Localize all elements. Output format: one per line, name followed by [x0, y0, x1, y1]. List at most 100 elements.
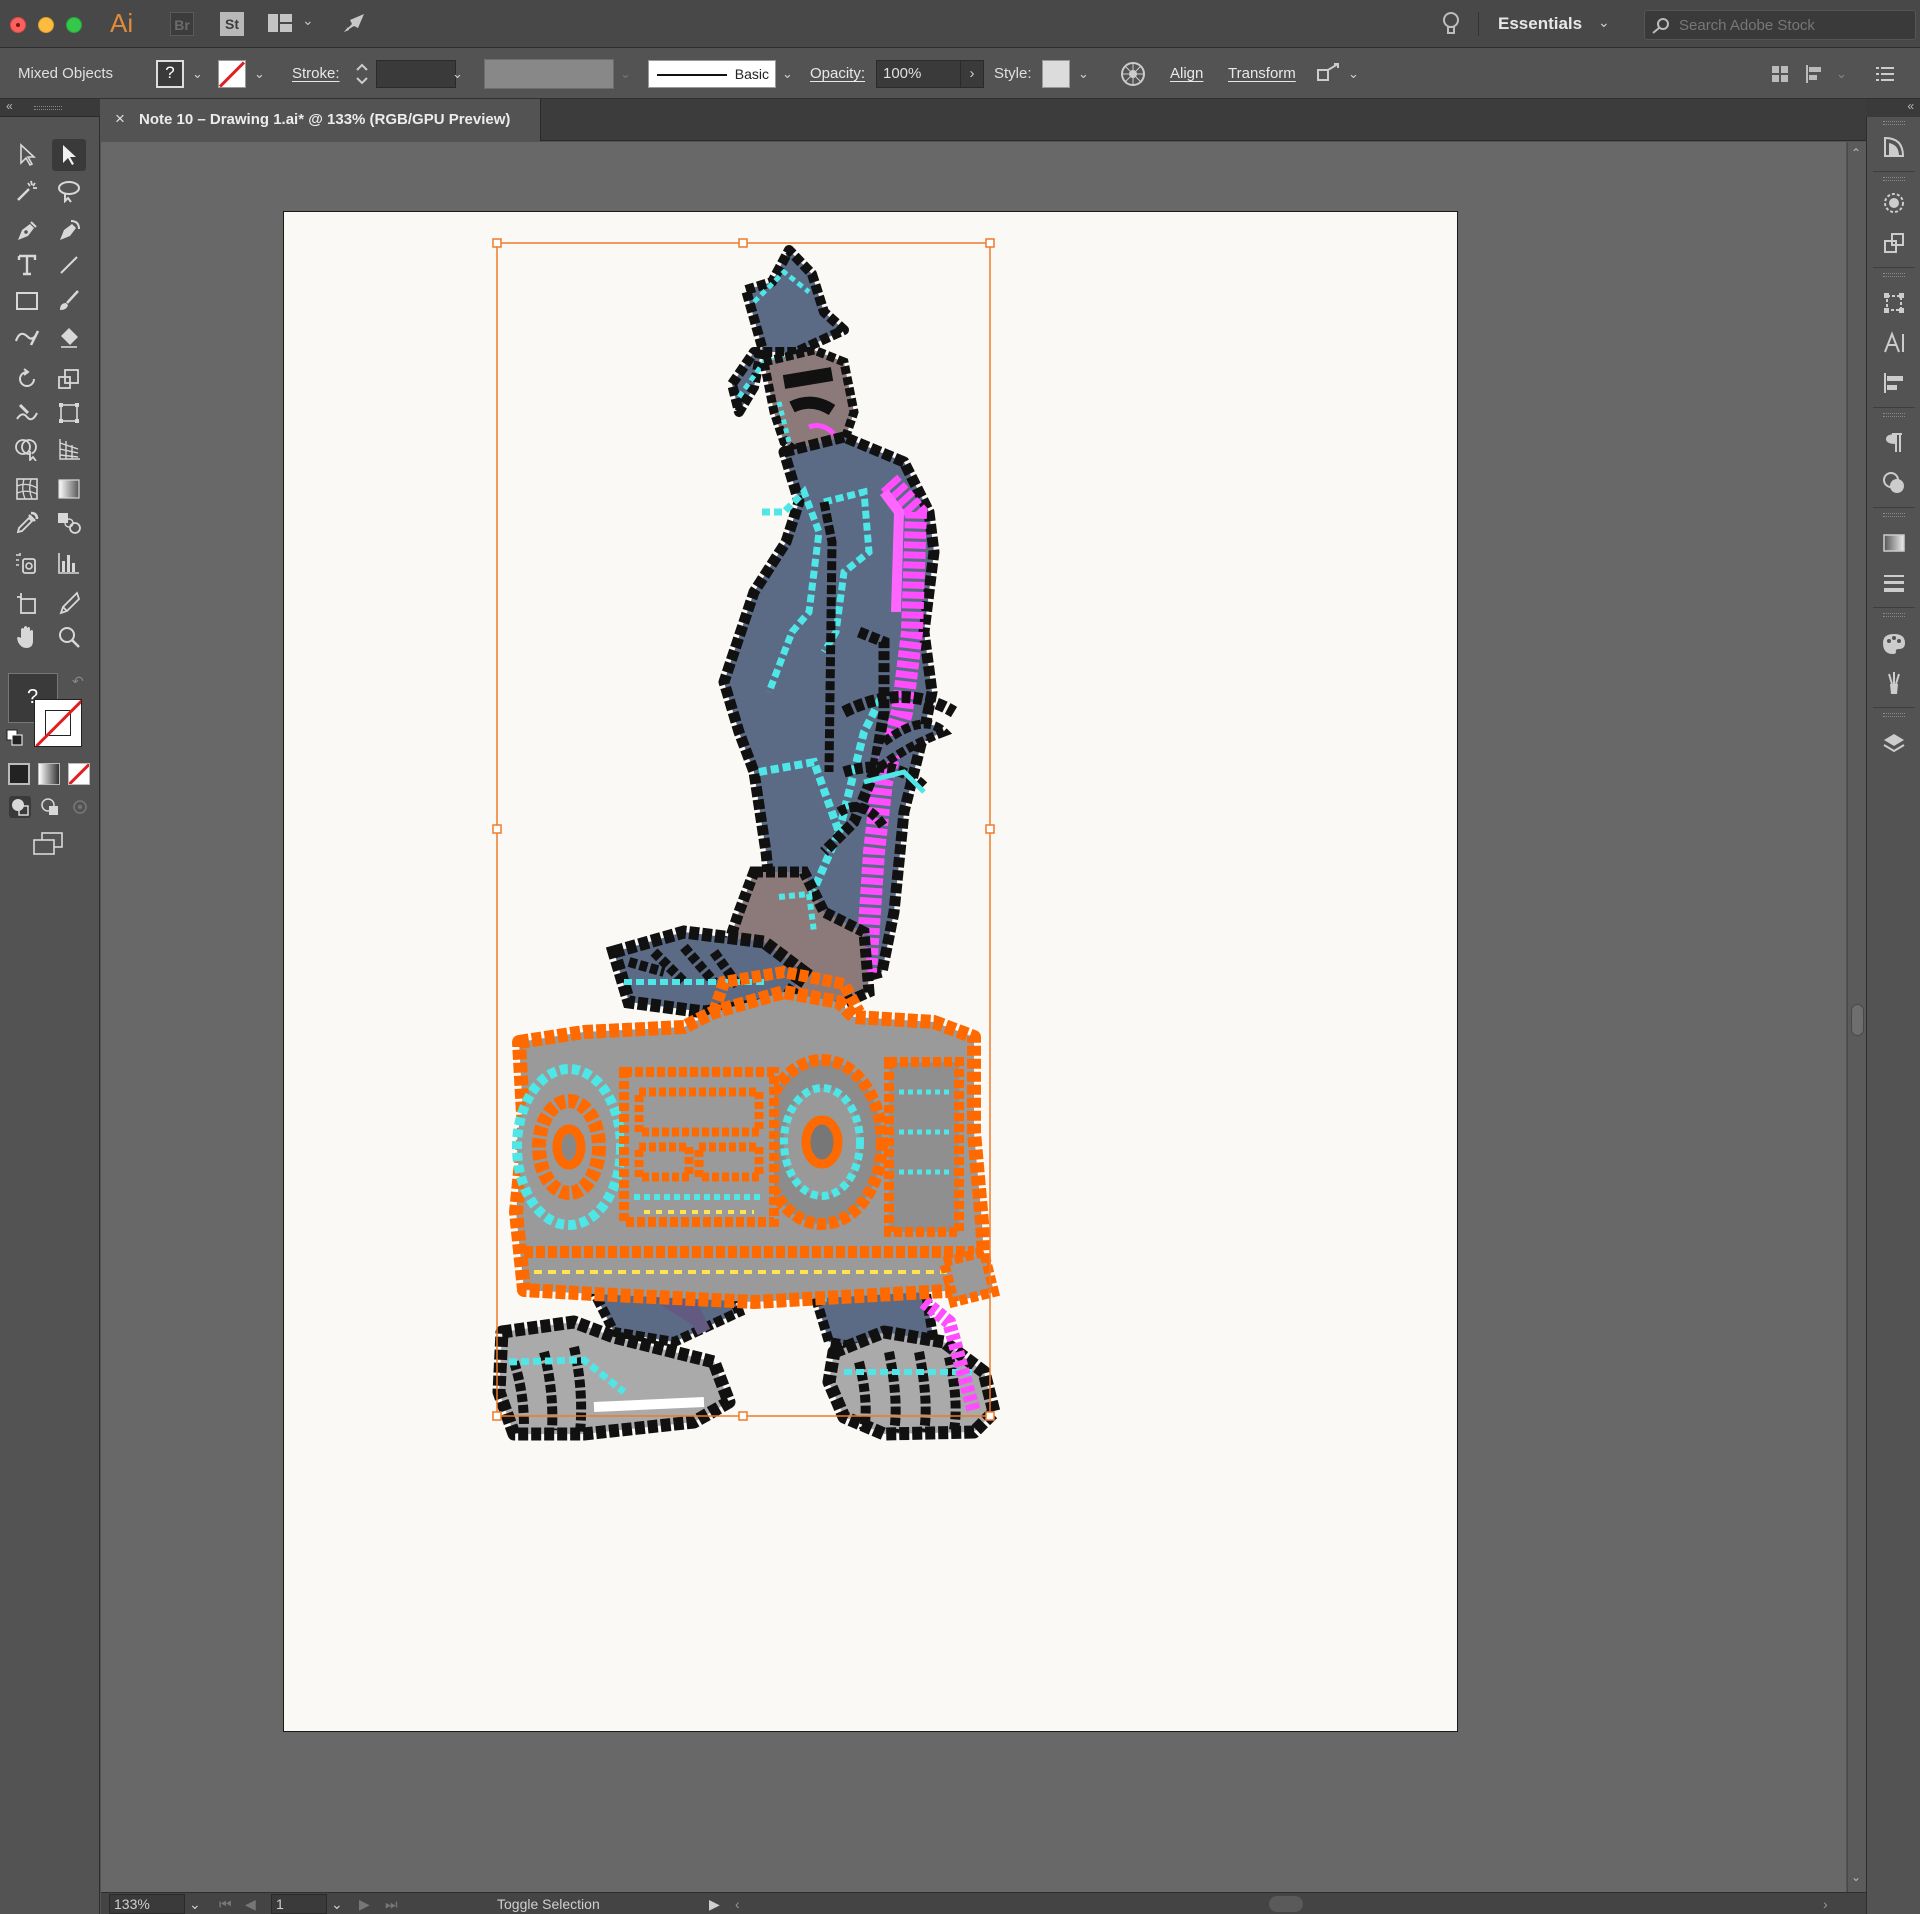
- artboard-number-field[interactable]: 1: [271, 1894, 327, 1914]
- zoom-chevron-icon[interactable]: ⌄: [189, 1893, 201, 1914]
- vertical-scrollbar[interactable]: ⌃ ⌄: [1847, 142, 1866, 1892]
- chevron-down-icon[interactable]: ⌄: [302, 12, 314, 29]
- chevron-down-icon[interactable]: ⌄: [1598, 14, 1610, 31]
- properties-icon[interactable]: [1880, 133, 1908, 161]
- align-to-chevron-icon[interactable]: ⌄: [1836, 48, 1847, 99]
- stroke-weight-chevron-icon[interactable]: ⌄: [452, 48, 463, 99]
- brush-definition[interactable]: Basic: [648, 59, 776, 88]
- scroll-right-icon[interactable]: ›: [1823, 1893, 1828, 1914]
- first-artboard-icon[interactable]: ⏮: [219, 1893, 232, 1914]
- stroke-label[interactable]: Stroke:: [292, 48, 340, 99]
- symbol-sprayer-tool[interactable]: [10, 547, 44, 579]
- pen-tool[interactable]: [10, 215, 44, 247]
- align-to-icon[interactable]: [1804, 48, 1828, 99]
- column-graph-tool[interactable]: [52, 547, 86, 579]
- selected-artwork[interactable]: [284, 212, 1459, 1733]
- fill-dropdown-chevron-icon[interactable]: ⌄: [192, 48, 203, 99]
- libraries-icon[interactable]: [1880, 229, 1908, 257]
- scrollbar-thumb[interactable]: [1851, 1004, 1864, 1036]
- transform-panel-link[interactable]: Transform: [1228, 48, 1296, 99]
- workspace-switcher[interactable]: Essentials: [1498, 14, 1582, 34]
- gpu-performance-icon[interactable]: [340, 10, 368, 38]
- stroke-icon[interactable]: [1880, 569, 1908, 597]
- variable-width-chevron-icon[interactable]: ⌄: [620, 48, 631, 99]
- stroke-stepper[interactable]: [352, 48, 372, 99]
- transform-icon[interactable]: [1880, 289, 1908, 317]
- hand-tool[interactable]: [10, 621, 44, 653]
- perspective-grid-tool[interactable]: [52, 433, 86, 465]
- status-menu-arrow-icon[interactable]: ▶: [709, 1893, 720, 1914]
- window-minimize-button[interactable]: [38, 17, 54, 33]
- window-maximize-button[interactable]: [66, 17, 82, 33]
- align-icon[interactable]: [1880, 369, 1908, 397]
- document-tab[interactable]: × Note 10 – Drawing 1.ai* @ 133% (RGB/GP…: [101, 99, 541, 141]
- swatches-icon[interactable]: [1880, 629, 1908, 657]
- blend-tool[interactable]: [52, 507, 86, 539]
- fill-swatch[interactable]: ?: [156, 59, 184, 88]
- lasso-tool[interactable]: [52, 175, 86, 207]
- canvas-area[interactable]: [101, 142, 1846, 1892]
- default-fill-stroke-icon[interactable]: [6, 729, 24, 747]
- grip-icon[interactable]: [1883, 513, 1905, 517]
- character-icon[interactable]: [1880, 329, 1908, 357]
- draw-inside-icon[interactable]: [68, 795, 92, 819]
- stroke-weight-field[interactable]: [376, 59, 456, 88]
- recolor-artwork-icon[interactable]: [1120, 48, 1146, 99]
- swap-fill-stroke-icon[interactable]: ↶: [72, 673, 84, 690]
- line-segment-tool[interactable]: [52, 249, 86, 281]
- rectangle-tool[interactable]: [10, 285, 44, 317]
- zoom-tool[interactable]: [52, 621, 86, 653]
- graphic-style-swatch[interactable]: [1042, 59, 1070, 88]
- artboard-tool[interactable]: [10, 587, 44, 619]
- screen-mode-icon[interactable]: [32, 831, 64, 857]
- grip-icon[interactable]: [1883, 273, 1905, 277]
- stock-search[interactable]: [1644, 10, 1916, 40]
- mesh-tool[interactable]: [10, 473, 44, 505]
- resize-handle[interactable]: [492, 824, 502, 834]
- opacity-field[interactable]: 100%: [876, 59, 968, 88]
- resize-handle[interactable]: [492, 238, 502, 248]
- gradient-icon[interactable]: [1880, 529, 1908, 557]
- scroll-up-icon[interactable]: ⌃: [1851, 146, 1861, 160]
- style-chevron-icon[interactable]: ⌄: [1078, 48, 1089, 99]
- gradient-tool[interactable]: [52, 473, 86, 505]
- free-transform-tool[interactable]: [52, 397, 86, 429]
- selection-tool[interactable]: [52, 139, 86, 171]
- color-mode-button[interactable]: [8, 763, 30, 785]
- color-icon[interactable]: [1880, 469, 1908, 497]
- brushes-icon[interactable]: [1880, 669, 1908, 697]
- close-tab-icon[interactable]: ×: [115, 109, 125, 129]
- zoom-level-field[interactable]: 133%: [109, 1894, 185, 1914]
- horizontal-scrollbar-thumb[interactable]: [1269, 1896, 1303, 1912]
- next-artboard-icon[interactable]: ▶: [359, 1893, 370, 1914]
- shaper-tool[interactable]: [10, 321, 44, 353]
- lightbulb-icon[interactable]: [1440, 10, 1462, 38]
- arrange-documents-icon[interactable]: [268, 14, 292, 32]
- isolate-chevron-icon[interactable]: ⌄: [1348, 48, 1359, 99]
- last-artboard-icon[interactable]: ⏭: [385, 1893, 398, 1914]
- collapse-toolbar-icon[interactable]: «: [6, 99, 13, 113]
- stroke-dropdown-chevron-icon[interactable]: ⌄: [254, 48, 265, 99]
- resize-handle[interactable]: [985, 1411, 995, 1421]
- panel-menu-icon[interactable]: [1876, 48, 1894, 99]
- search-input[interactable]: [1679, 15, 1909, 35]
- stroke-color-well[interactable]: [34, 699, 82, 747]
- paragraph-icon[interactable]: [1880, 429, 1908, 457]
- brush-chevron-icon[interactable]: ⌄: [782, 48, 793, 99]
- scale-tool[interactable]: [52, 363, 86, 395]
- draw-normal-icon[interactable]: [8, 795, 32, 819]
- resize-handle[interactable]: [738, 1411, 748, 1421]
- curvature-tool[interactable]: [52, 215, 86, 247]
- arrange-grid-icon[interactable]: [1770, 48, 1790, 99]
- previous-artboard-icon[interactable]: ◀: [245, 1893, 256, 1914]
- window-close-button[interactable]: [10, 17, 26, 33]
- shape-builder-tool[interactable]: [10, 433, 44, 465]
- grip-icon[interactable]: [1883, 613, 1905, 617]
- stepper-arrows-icon[interactable]: [352, 59, 372, 89]
- bridge-button[interactable]: Br: [170, 12, 194, 36]
- opacity-arrow-icon[interactable]: ›: [960, 59, 984, 88]
- slice-tool[interactable]: [52, 587, 86, 619]
- scroll-left-icon[interactable]: ‹: [735, 1893, 740, 1914]
- artboard[interactable]: [283, 211, 1458, 1732]
- draw-behind-icon[interactable]: [38, 795, 62, 819]
